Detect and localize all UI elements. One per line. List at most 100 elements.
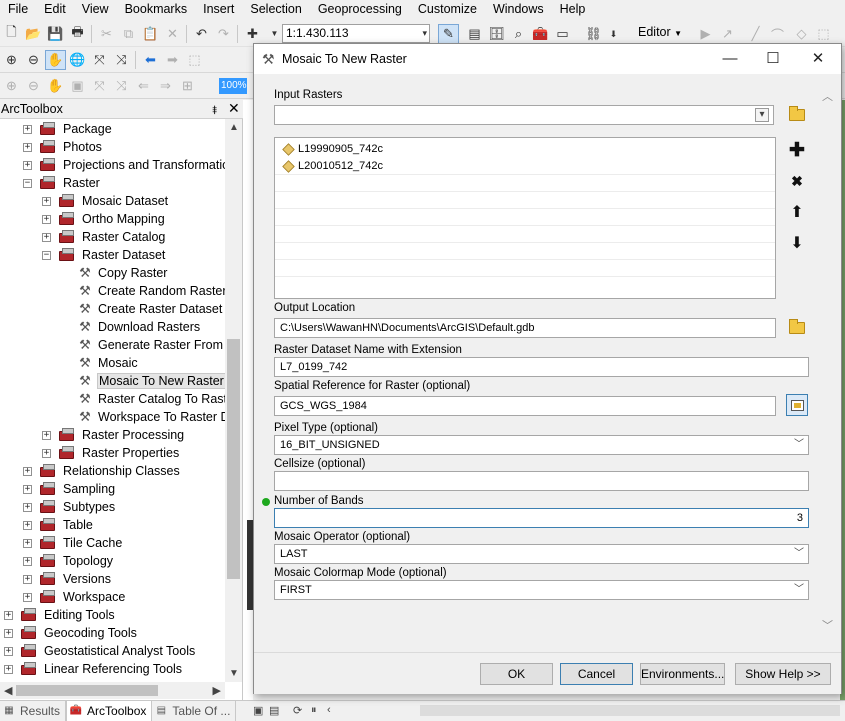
- tree-item-copy-raster[interactable]: ⚒ Copy Raster: [61, 264, 167, 282]
- tab-results[interactable]: ▦ Results: [0, 701, 67, 721]
- remove-item-icon[interactable]: ✖: [786, 170, 808, 192]
- browse-output-location-button[interactable]: [786, 317, 808, 339]
- zoom-100-icon[interactable]: ⊞: [177, 76, 198, 96]
- tree-item-editing-tools[interactable]: + Editing Tools: [4, 606, 115, 624]
- cellsize-field[interactable]: [274, 471, 809, 491]
- expand-icon[interactable]: +: [4, 646, 13, 656]
- scroll-left-icon[interactable]: ◀: [4, 684, 12, 697]
- add-item-icon[interactable]: ✚: [786, 139, 808, 161]
- scroll-up-icon[interactable]: ▲: [229, 122, 239, 133]
- expand-icon[interactable]: +: [23, 574, 32, 584]
- editor-menu[interactable]: Editor ▼: [638, 25, 682, 39]
- copy-icon[interactable]: ⧉: [118, 24, 139, 44]
- expand-icon[interactable]: +: [42, 232, 51, 242]
- tree-item-mosaic[interactable]: ⚒ Mosaic: [61, 354, 137, 372]
- python-window-icon[interactable]: ▭: [552, 24, 573, 44]
- tree-item-generate-raster-from-raster-function[interactable]: ⚒ Generate Raster From Raster Function: [61, 336, 225, 354]
- search-window-icon[interactable]: ⌕: [508, 24, 529, 44]
- open-folder-icon[interactable]: 📂: [23, 24, 44, 44]
- output-location-field[interactable]: C:\Users\WawanHN\Documents\ArcGIS\Defaul…: [274, 318, 776, 338]
- tree-item-topology[interactable]: + Topology: [23, 552, 113, 570]
- menu-view[interactable]: View: [74, 0, 117, 20]
- redo-icon[interactable]: ↷: [213, 24, 234, 44]
- minimize-icon[interactable]: —: [715, 48, 745, 70]
- tree-item-mosaic-dataset[interactable]: + Mosaic Dataset: [42, 192, 168, 210]
- zoom-whole-page-icon[interactable]: ▣: [67, 76, 88, 96]
- select-features-icon[interactable]: ⬚: [184, 50, 205, 70]
- forward-arrow-icon[interactable]: ➡: [162, 50, 183, 70]
- expand-icon[interactable]: +: [42, 214, 51, 224]
- paste-icon[interactable]: 📋: [140, 24, 161, 44]
- number-of-bands-field[interactable]: 3: [274, 508, 809, 528]
- tree-item-raster-catalog[interactable]: + Raster Catalog: [42, 228, 165, 246]
- tree-item-create-random-raster[interactable]: ⚒ Create Random Raster: [61, 282, 225, 300]
- tree-item-create-raster-dataset[interactable]: ⚒ Create Raster Dataset: [61, 300, 222, 318]
- close-icon[interactable]: ✕: [803, 48, 833, 70]
- cancel-button[interactable]: Cancel: [560, 663, 633, 685]
- table-of-contents-icon[interactable]: ▤: [464, 24, 485, 44]
- chevron-down-icon[interactable]: ▾: [755, 108, 769, 122]
- tree-horizontal-scrollbar[interactable]: ◀ ▶: [0, 682, 225, 699]
- layout-zoom-out-icon[interactable]: ⊖: [23, 76, 44, 96]
- menu-selection[interactable]: Selection: [242, 0, 309, 20]
- tree-item-raster-processing[interactable]: + Raster Processing: [42, 426, 184, 444]
- fixed-zoom-out-icon[interactable]: ⤨: [111, 50, 132, 70]
- more-tools-icon[interactable]: ⬇: [603, 24, 624, 44]
- fixed-zoom-in-page-icon[interactable]: ⤧: [89, 76, 110, 96]
- scroll-up-icon[interactable]: ︿: [822, 88, 833, 104]
- menu-customize[interactable]: Customize: [410, 0, 485, 20]
- model-builder-icon[interactable]: ⛓: [583, 24, 604, 44]
- expand-icon[interactable]: +: [23, 142, 32, 152]
- menu-file[interactable]: File: [0, 0, 36, 20]
- go-forward-extent-icon[interactable]: ⇒: [155, 76, 176, 96]
- tree-item-ortho-mapping[interactable]: + Ortho Mapping: [42, 210, 165, 228]
- go-back-extent-icon[interactable]: ⇐: [133, 76, 154, 96]
- map-scale-combo[interactable]: 1:1.430.113 ▾: [282, 24, 430, 43]
- data-view-icon[interactable]: ▣: [253, 704, 263, 717]
- tab-arctoolbox[interactable]: 🧰 ArcToolbox: [66, 701, 153, 721]
- menu-edit[interactable]: Edit: [36, 0, 74, 20]
- expand-icon[interactable]: +: [4, 664, 13, 674]
- add-data-icon[interactable]: ✚: [242, 24, 263, 44]
- tree-item-linear-referencing-tools[interactable]: + Linear Referencing Tools: [4, 660, 182, 678]
- delete-icon[interactable]: ✕: [162, 24, 183, 44]
- scroll-down-icon[interactable]: ▼: [229, 668, 239, 679]
- menu-bookmarks[interactable]: Bookmarks: [117, 0, 196, 20]
- edit-tool-icon[interactable]: ▶: [695, 24, 716, 44]
- zoom-percent-field[interactable]: 100%: [219, 78, 247, 94]
- straight-segment-icon[interactable]: ╱: [745, 24, 766, 44]
- pan-icon[interactable]: ✋: [45, 49, 66, 70]
- expand-icon[interactable]: +: [23, 466, 32, 476]
- move-down-icon[interactable]: ⬇: [786, 232, 808, 254]
- expand-icon[interactable]: +: [23, 484, 32, 494]
- back-arrow-icon[interactable]: ⬅: [140, 50, 161, 70]
- tree-item-workspace-to-raster-dataset[interactable]: ⚒ Workspace To Raster Dataset: [61, 408, 225, 426]
- pause-drawing-icon[interactable]: ⏸: [311, 704, 317, 717]
- expand-icon[interactable]: +: [23, 592, 32, 602]
- tree-item-versions[interactable]: + Versions: [23, 570, 111, 588]
- layout-zoom-in-icon[interactable]: ⊕: [1, 76, 22, 96]
- tree-item-geocoding-tools[interactable]: + Geocoding Tools: [4, 624, 137, 642]
- tab-table-of[interactable]: ▤ Table Of ...: [152, 701, 237, 721]
- expand-icon[interactable]: +: [23, 502, 32, 512]
- close-icon[interactable]: ✕: [228, 100, 240, 117]
- tree-item-projections-and-transformations[interactable]: + Projections and Transformations: [23, 156, 225, 174]
- pixel-type-select[interactable]: 16_BIT_UNSIGNED ﹀: [274, 435, 809, 455]
- tree-item-table[interactable]: + Table: [23, 516, 93, 534]
- map-horizontal-scrollbar[interactable]: [420, 705, 840, 716]
- raster-name-field[interactable]: L7_0199_742: [274, 357, 809, 377]
- tree-item-mosaic-to-new-raster[interactable]: ⚒ Mosaic To New Raster: [61, 372, 225, 390]
- scroll-left-icon[interactable]: ‹: [327, 704, 331, 716]
- expand-icon[interactable]: +: [23, 556, 32, 566]
- dialog-vertical-scrollbar[interactable]: ︿ ﹀: [820, 88, 836, 633]
- menu-help[interactable]: Help: [552, 0, 594, 20]
- edit-annotation-icon[interactable]: ↗: [717, 24, 738, 44]
- expand-icon[interactable]: +: [4, 610, 13, 620]
- tree-item-raster-dataset[interactable]: − Raster Dataset: [42, 246, 165, 264]
- tree-item-raster-catalog-to-raster-dataset[interactable]: ⚒ Raster Catalog To Raster Dataset: [61, 390, 225, 408]
- expand-icon[interactable]: +: [23, 538, 32, 548]
- list-item[interactable]: L19990905_742c: [281, 140, 383, 157]
- collapse-icon[interactable]: −: [42, 250, 51, 260]
- expand-icon[interactable]: +: [23, 160, 32, 170]
- expand-icon[interactable]: +: [23, 520, 32, 530]
